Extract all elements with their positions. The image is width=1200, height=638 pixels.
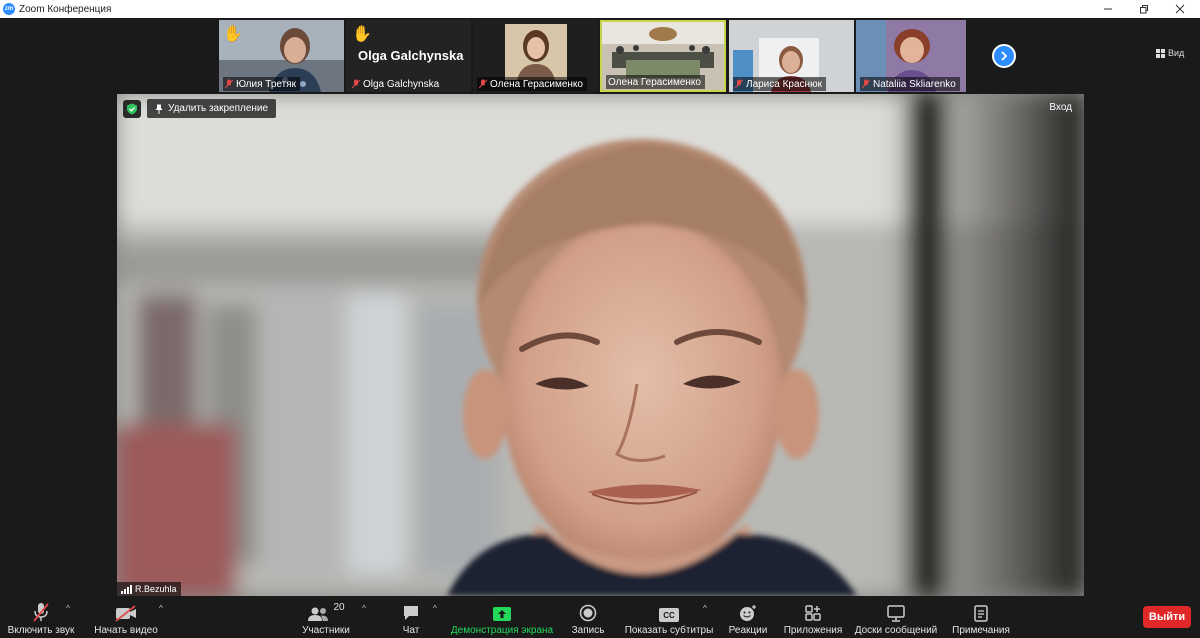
notes-button[interactable]: Примечания xyxy=(950,598,1012,638)
maximize-button[interactable] xyxy=(1126,0,1162,18)
chevron-right-icon xyxy=(1001,51,1008,61)
shield-check-icon xyxy=(127,103,137,115)
unpin-label: Удалить закрепление xyxy=(168,103,269,114)
start-video-label: Начать видео xyxy=(94,625,158,636)
apps-icon xyxy=(805,605,821,621)
participant-name: Olga Galchynska xyxy=(363,78,440,90)
participant-name-label: Nataliia Skliarenko xyxy=(860,77,960,91)
microphone-muted-icon xyxy=(225,79,233,89)
speaker-name-tag: R.Bezuhla xyxy=(117,582,181,596)
microphone-muted-icon xyxy=(479,79,487,89)
audio-options-caret[interactable]: ^ xyxy=(66,604,70,613)
enter-button[interactable]: Вход xyxy=(1049,102,1072,113)
window-title: Zoom Конференция xyxy=(19,3,112,15)
close-icon xyxy=(1175,4,1185,14)
microphone-muted-icon xyxy=(862,79,870,89)
participant-tile-active-speaker[interactable]: Олена Герасименко xyxy=(600,20,726,92)
reactions-button[interactable]: Реакции xyxy=(726,598,770,638)
unpin-button[interactable]: Удалить закрепление xyxy=(147,99,277,118)
grid-view-icon xyxy=(1156,48,1165,58)
record-button[interactable]: Запись xyxy=(569,598,607,638)
close-button[interactable] xyxy=(1162,0,1198,18)
apps-button[interactable]: Приложения xyxy=(782,598,844,638)
main-speaker-video[interactable]: Удалить закрепление Вход R.Bezuhla xyxy=(117,94,1084,596)
signal-strength-icon xyxy=(121,584,132,594)
chat-label: Чат xyxy=(402,625,420,636)
restore-icon xyxy=(1140,5,1148,14)
whiteboards-label: Доски сообщений xyxy=(854,625,938,636)
participants-button[interactable]: 20 Участники xyxy=(298,598,354,638)
encryption-shield-button[interactable] xyxy=(123,100,141,118)
view-label: Вид xyxy=(1168,48,1185,58)
start-video-button[interactable]: Начать видео xyxy=(92,598,160,638)
meeting-toolbar: Включить звук ^ Начать видео ^ 20 Участн… xyxy=(0,598,1200,638)
participant-name: Олена Герасименко xyxy=(490,78,583,90)
share-screen-icon xyxy=(493,607,511,621)
captions-label: Показать субтитры xyxy=(624,625,714,636)
whiteboard-icon xyxy=(887,605,905,622)
participants-icon xyxy=(308,607,329,621)
participant-tile[interactable]: ✋ Юлия Третяк xyxy=(219,20,344,92)
reactions-label: Реакции xyxy=(728,625,768,636)
speaker-video-frame xyxy=(117,94,1084,596)
raised-hand-icon: ✋ xyxy=(352,26,372,43)
participant-tile[interactable]: ✋ Olga Galchynska Olga Galchynska xyxy=(346,20,471,92)
speaker-name: R.Bezuhla xyxy=(135,584,177,594)
pin-icon xyxy=(155,104,163,114)
notes-icon xyxy=(974,605,988,622)
microphone-muted-icon xyxy=(352,79,360,89)
participant-name-label: Юлия Третяк xyxy=(223,77,300,91)
participant-name-label: Olga Galchynska xyxy=(350,77,443,91)
participants-options-caret[interactable]: ^ xyxy=(362,604,366,613)
leave-meeting-button[interactable]: Выйти xyxy=(1143,606,1191,628)
participant-name: Nataliia Skliarenko xyxy=(873,78,956,90)
zoom-window: zm Zoom Конференция ✋ Юлия Третяк ✋ Olga… xyxy=(0,0,1200,638)
closed-captions-icon: CC xyxy=(659,608,679,622)
zoom-logo-icon: zm xyxy=(3,3,15,15)
participant-name: Юлия Третяк xyxy=(236,78,296,90)
video-camera-off-icon xyxy=(115,605,136,622)
record-label: Запись xyxy=(571,625,605,636)
reaction-smiley-icon xyxy=(740,605,756,621)
raised-hand-icon: ✋ xyxy=(223,26,243,43)
participant-display-name: Olga Galchynska xyxy=(358,48,464,63)
participant-name: Лариса Краснюк xyxy=(746,78,822,90)
unmute-label: Включить звук xyxy=(7,625,75,636)
participant-name-label: Олена Герасименко xyxy=(477,77,587,91)
captions-options-caret[interactable]: ^ xyxy=(703,604,707,613)
filmstrip-next-button[interactable] xyxy=(992,44,1016,68)
share-screen-label: Демонстрация экрана xyxy=(450,625,554,636)
apps-label: Приложения xyxy=(783,625,843,636)
microphone-muted-icon xyxy=(735,79,743,89)
minimize-icon xyxy=(1104,8,1112,10)
video-options-caret[interactable]: ^ xyxy=(159,604,163,613)
chat-options-caret[interactable]: ^ xyxy=(433,604,437,613)
whiteboards-button[interactable]: Доски сообщений xyxy=(853,598,939,638)
share-screen-button[interactable]: Демонстрация экрана xyxy=(450,598,554,638)
minimize-button[interactable] xyxy=(1090,0,1126,18)
record-icon xyxy=(579,604,597,622)
participant-tile[interactable]: Лариса Краснюк xyxy=(729,20,854,92)
participants-label: Участники xyxy=(302,625,350,636)
title-bar: zm Zoom Конференция xyxy=(0,0,1200,18)
notes-label: Примечания xyxy=(952,625,1010,636)
view-button[interactable]: Вид xyxy=(1156,46,1184,60)
microphone-muted-icon xyxy=(33,603,49,622)
participant-filmstrip: ✋ Юлия Третяк ✋ Olga Galchynska Olga Gal… xyxy=(0,20,1200,92)
participant-tile[interactable]: Nataliia Skliarenko xyxy=(856,20,966,92)
participant-name: Олена Герасименко xyxy=(608,76,701,88)
show-captions-button[interactable]: CC Показать субтитры xyxy=(624,598,714,638)
participant-tile[interactable]: Олена Герасименко xyxy=(473,20,598,92)
chat-bubble-icon xyxy=(404,606,418,620)
chat-button[interactable]: Чат xyxy=(396,598,426,638)
participant-name-label: Лариса Краснюк xyxy=(733,77,826,91)
participant-name-label: Олена Герасименко xyxy=(606,75,705,89)
participants-count: 20 xyxy=(333,602,345,613)
